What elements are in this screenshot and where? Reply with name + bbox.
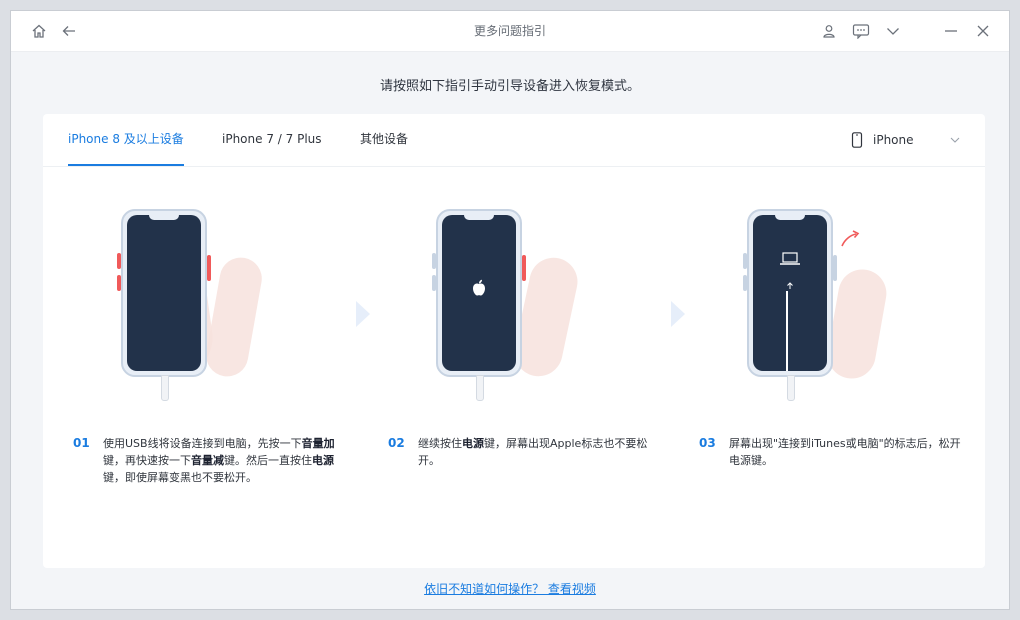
- device-selector-value: iPhone: [873, 133, 914, 147]
- tab-iphone8-and-above[interactable]: iPhone 8 及以上设备: [68, 114, 184, 166]
- close-icon[interactable]: [971, 11, 995, 51]
- device-tabs: iPhone 8 及以上设备 iPhone 7 / 7 Plus 其他设备 iP…: [43, 114, 985, 167]
- power-button-highlight: [207, 255, 211, 281]
- usb-cable-illustration: [476, 375, 484, 401]
- usb-cable-illustration: [161, 375, 169, 401]
- phone-illustration: [436, 209, 522, 377]
- step-1-text: 01 使用USB线将设备连接到电脑，先按一下音量加键，再快速按一下音量减键。然后…: [73, 435, 373, 486]
- step-1-illustration: [73, 209, 273, 419]
- step-1-number: 01: [73, 436, 90, 450]
- laptop-icon: [749, 251, 831, 270]
- power-button: [833, 255, 837, 281]
- phone-icon: [851, 132, 863, 148]
- device-selector[interactable]: iPhone: [851, 114, 961, 166]
- usb-cable-illustration: [787, 375, 795, 401]
- chevron-down-icon[interactable]: [881, 11, 905, 51]
- volume-up-highlight: [117, 253, 121, 269]
- step-3: 03 屏幕出现"连接到iTunes或电脑"的标志后，松开电源键。: [699, 209, 961, 467]
- phone-illustration: [747, 209, 833, 377]
- volume-down-button: [432, 275, 436, 291]
- titlebar: 更多问题指引: [11, 11, 1009, 52]
- release-arrow-icon: [839, 227, 861, 253]
- step-2-description: 继续按住电源键，屏幕出现Apple标志也不要松开。: [418, 437, 648, 467]
- power-button-highlight: [522, 255, 526, 281]
- step-2-illustration: [388, 209, 588, 419]
- step-2: 02 继续按住电源键，屏幕出现Apple标志也不要松开。: [388, 209, 648, 467]
- minimize-icon[interactable]: [939, 11, 963, 51]
- step-2-number: 02: [388, 436, 405, 450]
- phone-screen: [127, 215, 201, 371]
- app-window: 更多问题指引 请按照如下指引手动引导设备进入恢复模式。 iPhone 8 及以上…: [10, 10, 1010, 610]
- volume-up-button: [432, 253, 436, 269]
- chevron-down-icon: [949, 134, 961, 146]
- instruction-text: 请按照如下指引手动引导设备进入恢复模式。: [379, 79, 640, 94]
- phone-illustration: [121, 209, 207, 377]
- watch-video-link[interactable]: 依旧不知道如何操作？ 查看视频: [11, 580, 1009, 597]
- step-3-number: 03: [699, 436, 716, 450]
- tab-iphone7[interactable]: iPhone 7 / 7 Plus: [222, 114, 322, 166]
- chevron-right-icon: [668, 299, 688, 329]
- arrow-up-icon: [749, 275, 831, 294]
- right-hand-illustration: [823, 265, 891, 383]
- step-1: 01 使用USB线将设备连接到电脑，先按一下音量加键，再快速按一下音量减键。然后…: [73, 209, 335, 484]
- step-3-text: 03 屏幕出现"连接到iTunes或电脑"的标志后，松开电源键。: [699, 435, 999, 469]
- tab-other-devices[interactable]: 其他设备: [360, 114, 408, 166]
- step-1-description: 使用USB线将设备连接到电脑，先按一下音量加键，再快速按一下音量减键。然后一直按…: [103, 437, 335, 484]
- cable-line-icon: [786, 291, 788, 371]
- volume-down-button: [743, 275, 747, 291]
- volume-down-highlight: [117, 275, 121, 291]
- volume-up-button: [743, 253, 747, 269]
- feedback-icon[interactable]: [849, 11, 873, 51]
- user-icon[interactable]: [817, 11, 841, 51]
- apple-logo-icon: [438, 279, 520, 301]
- step-3-illustration: [699, 209, 899, 419]
- step-3-description: 屏幕出现"连接到iTunes或电脑"的标志后，松开电源键。: [729, 437, 961, 467]
- chevron-right-icon: [353, 299, 373, 329]
- guide-panel: iPhone 8 及以上设备 iPhone 7 / 7 Plus 其他设备 iP…: [43, 114, 985, 568]
- step-2-text: 02 继续按住电源键，屏幕出现Apple标志也不要松开。: [388, 435, 688, 469]
- right-hand-illustration: [202, 254, 266, 380]
